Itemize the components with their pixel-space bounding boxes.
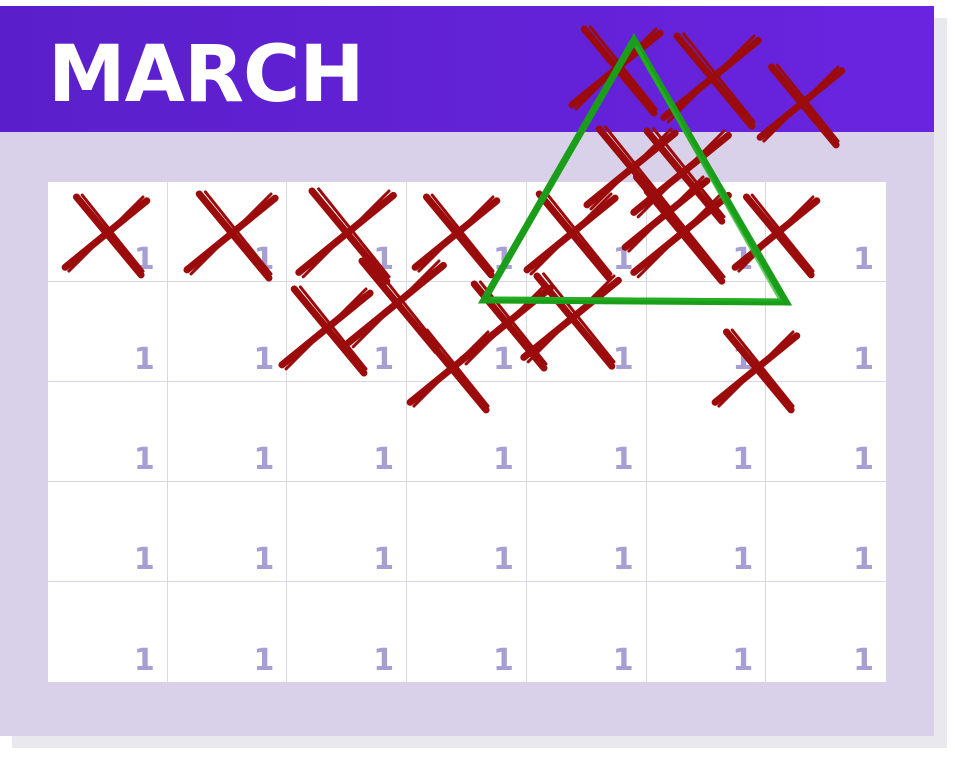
day-number: 1 — [732, 342, 754, 377]
day-cell[interactable]: 1 — [167, 382, 288, 482]
day-number: 1 — [732, 542, 754, 577]
day-number: 1 — [133, 242, 155, 277]
day-cell[interactable]: 1 — [48, 382, 168, 482]
day-number: 1 — [253, 542, 275, 577]
day-cell[interactable]: 1 — [407, 582, 527, 682]
day-cell[interactable]: 1 — [167, 482, 288, 582]
day-cell[interactable]: 1 — [167, 282, 288, 382]
day-cell[interactable]: 1 — [48, 582, 168, 682]
day-cell[interactable]: 1 — [766, 182, 886, 282]
day-number: 1 — [853, 242, 874, 277]
day-cell[interactable]: 1 — [766, 382, 886, 482]
day-cell[interactable]: 1 — [646, 482, 767, 582]
day-cell[interactable]: 1 — [407, 482, 527, 582]
day-number: 1 — [492, 342, 514, 377]
day-cell[interactable]: 1 — [526, 182, 647, 282]
day-cell[interactable]: 1 — [407, 182, 527, 282]
day-number: 1 — [853, 643, 874, 678]
day-cell[interactable]: 1 — [526, 282, 647, 382]
day-number: 1 — [612, 342, 634, 377]
day-number: 1 — [133, 342, 155, 377]
day-cell[interactable]: 1 — [168, 582, 288, 682]
day-number: 1 — [133, 643, 155, 678]
day-cell[interactable]: 1 — [48, 482, 168, 582]
day-number: 1 — [492, 643, 514, 678]
day-number: 1 — [732, 643, 754, 678]
day-number: 1 — [853, 442, 874, 477]
calendar-header: MARCH — [0, 6, 934, 132]
day-number: 1 — [612, 542, 634, 577]
day-number: 1 — [253, 242, 275, 277]
day-number: 1 — [492, 442, 514, 477]
day-number: 1 — [133, 442, 155, 477]
day-cell[interactable]: 1 — [287, 282, 408, 382]
day-cell[interactable]: 1 — [48, 182, 168, 282]
day-cell[interactable]: 1 — [766, 582, 886, 682]
day-cell[interactable]: 1 — [526, 382, 647, 482]
day-number: 1 — [373, 643, 395, 678]
month-title: MARCH — [48, 30, 365, 120]
day-cell[interactable]: 1 — [287, 182, 408, 282]
day-number: 1 — [133, 542, 155, 577]
day-cell[interactable]: 1 — [527, 582, 647, 682]
day-cell[interactable]: 1 — [646, 182, 767, 282]
day-number: 1 — [732, 442, 754, 477]
day-cell[interactable]: 1 — [407, 382, 527, 482]
day-cell[interactable]: 1 — [647, 582, 767, 682]
day-cell[interactable]: 1 — [287, 482, 408, 582]
day-cell[interactable]: 1 — [646, 282, 767, 382]
day-cell[interactable]: 1 — [526, 482, 647, 582]
day-number: 1 — [373, 542, 395, 577]
day-number: 1 — [373, 242, 395, 277]
day-cell[interactable]: 1 — [167, 182, 288, 282]
day-number: 1 — [612, 442, 634, 477]
day-number: 1 — [373, 342, 395, 377]
day-cell[interactable]: 1 — [646, 382, 767, 482]
day-number: 1 — [612, 643, 634, 678]
day-number: 1 — [373, 442, 395, 477]
day-number: 1 — [492, 242, 514, 277]
day-cell[interactable]: 1 — [407, 282, 527, 382]
day-cell[interactable]: 1 — [766, 282, 886, 382]
day-cell[interactable]: 1 — [287, 382, 408, 482]
day-number: 1 — [612, 242, 634, 277]
day-number: 1 — [492, 542, 514, 577]
day-number: 1 — [253, 342, 275, 377]
day-cell[interactable]: 1 — [48, 282, 168, 382]
day-number: 1 — [853, 542, 874, 577]
day-number: 1 — [732, 242, 754, 277]
day-cell[interactable]: 1 — [766, 482, 886, 582]
day-number: 1 — [253, 442, 275, 477]
calendar-grid: 1 1 1 1 1 1 1 1 1 1 1 1 1 1 1 1 1 1 1 1 1 1 1 1 1 1 1 1 1 1 1 1 1 1 1 — [48, 182, 886, 682]
day-number: 1 — [853, 342, 874, 377]
day-number: 1 — [253, 643, 275, 678]
day-cell[interactable]: 1 — [287, 582, 408, 682]
